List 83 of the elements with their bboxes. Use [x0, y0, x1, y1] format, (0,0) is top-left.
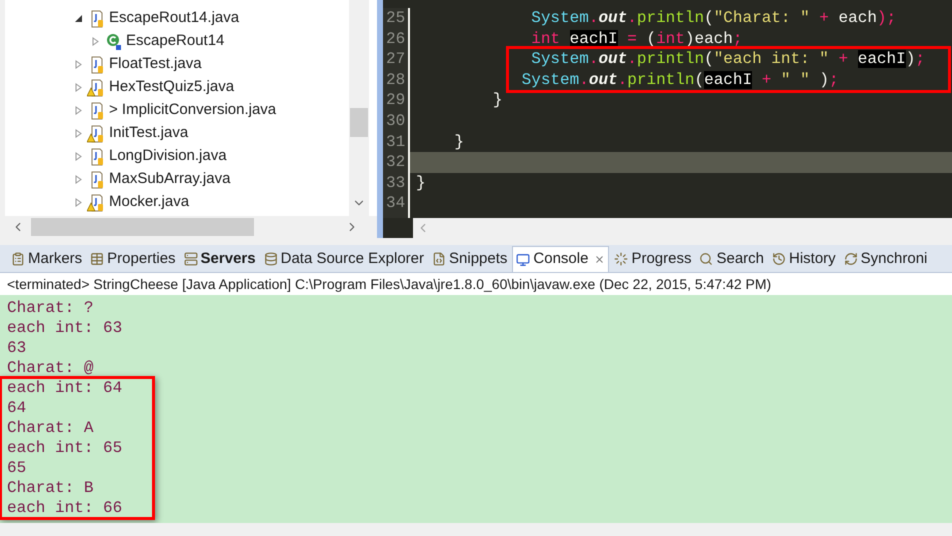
line-number: 29: [386, 90, 406, 111]
line-number: 27: [386, 49, 406, 70]
console-line: 64: [7, 398, 28, 418]
tree-item-label[interactable]: EscapeRout14: [126, 30, 224, 53]
tab-label[interactable]: Snippets: [449, 248, 508, 270]
view-tab[interactable]: Console: [512, 246, 610, 272]
code-file-icon: [432, 252, 446, 266]
console-line: each int: 64: [7, 378, 124, 398]
view-tab[interactable]: Markers: [8, 246, 86, 272]
line-number: 34: [386, 193, 406, 214]
line-number: 30: [386, 110, 406, 132]
tree-item-label[interactable]: > ImplicitConversion.java: [109, 99, 276, 122]
expanded-arrow-icon[interactable]: [75, 14, 83, 23]
history-icon: [772, 252, 786, 266]
console-line: each int: 66: [7, 498, 124, 518]
clipboard-icon: [11, 252, 25, 266]
console-line: Charat: @: [7, 358, 94, 378]
search-icon: [699, 252, 714, 266]
tab-label[interactable]: Data Source Explorer: [280, 248, 424, 270]
code-line: System.out.println("each int: " + eachI);: [530, 49, 926, 70]
tab-label[interactable]: Search: [716, 248, 764, 270]
spinner-icon: [614, 252, 628, 266]
line-number: 25: [386, 8, 406, 29]
close-icon[interactable]: [594, 254, 606, 265]
code-line: int eachI = (int)each;: [530, 28, 744, 50]
collapsed-arrow-icon[interactable]: [75, 198, 83, 207]
database-icon: [264, 252, 278, 266]
view-tab[interactable]: Progress: [611, 246, 694, 272]
scrollbar-thumb[interactable]: [31, 218, 254, 236]
code-line: System.out.println("Charat: " + each);: [530, 8, 898, 29]
collapsed-arrow-icon[interactable]: [75, 175, 83, 184]
collapsed-arrow-icon[interactable]: [75, 129, 83, 138]
tree-item-label[interactable]: MaxSubArray.java: [109, 168, 230, 191]
server-icon: [184, 252, 198, 266]
line-number: 31: [386, 132, 406, 152]
tree-item-label[interactable]: Mocker.java: [109, 191, 190, 214]
collapsed-arrow-icon[interactable]: [92, 37, 100, 46]
line-number: 28: [386, 70, 406, 90]
horizontal-scrollbar[interactable]: [413, 218, 952, 238]
monitor-icon: [516, 252, 530, 266]
view-tab[interactable]: History: [769, 246, 839, 272]
tree-item-label[interactable]: EscapeRout14.java: [109, 7, 240, 30]
tree-item-label[interactable]: LongDivision.java: [109, 145, 227, 168]
code-line: }: [415, 172, 427, 194]
line-number: 32: [386, 152, 406, 173]
code-line: }: [492, 90, 504, 111]
console-line: 63: [7, 338, 28, 358]
view-tab[interactable]: Servers: [180, 246, 259, 272]
tab-label[interactable]: Synchroni: [860, 248, 928, 270]
tab-label[interactable]: Markers: [28, 248, 82, 270]
tab-label[interactable]: Properties: [107, 248, 176, 270]
tab-label[interactable]: Progress: [631, 248, 692, 270]
collapsed-arrow-icon[interactable]: [75, 106, 83, 115]
view-tab[interactable]: Properties: [87, 246, 179, 272]
console-status: <terminated> StringCheese [Java Application] C:\Program Files\Java\jre1.8.0_60\bin\javaw.exe (Dec 22, 2015, 5:47:42 PM): [0, 273, 952, 295]
refresh-icon: [844, 252, 858, 266]
view-tab[interactable]: Search: [696, 246, 767, 272]
code-line: }: [453, 132, 466, 152]
tab-label[interactable]: Console: [533, 248, 588, 271]
collapsed-arrow-icon[interactable]: [75, 152, 83, 161]
line-number: 33: [386, 172, 406, 194]
console-line: each int: 65: [7, 438, 124, 458]
collapsed-arrow-icon[interactable]: [75, 60, 83, 69]
code-line: System.out.println(eachI + " " );: [520, 70, 840, 90]
tree-item-label[interactable]: HexTestQuiz5.java: [109, 76, 234, 99]
line-number: 26: [386, 28, 406, 50]
vertical-scrollbar[interactable]: [349, 0, 369, 216]
console-line: Charat: ?: [7, 298, 94, 318]
console-line: Charat: A: [7, 418, 94, 438]
scrollbar-thumb[interactable]: [350, 108, 368, 137]
view-tab[interactable]: Synchroni: [840, 246, 930, 272]
collapsed-arrow-icon[interactable]: [75, 83, 83, 92]
tree-item-label[interactable]: InitTest.java: [109, 122, 188, 145]
console-line: 65: [7, 458, 28, 478]
tree-item-label[interactable]: FloatTest.java: [109, 53, 202, 76]
horizontal-scrollbar[interactable]: [5, 216, 377, 238]
view-tab[interactable]: Data Source Explorer: [260, 246, 428, 272]
view-tab[interactable]: Snippets: [429, 246, 510, 272]
console-line: Charat: B: [7, 478, 94, 498]
tab-label[interactable]: History: [789, 248, 836, 270]
tab-label[interactable]: Servers: [200, 248, 256, 270]
table-icon: [90, 252, 104, 266]
console-line: each int: 63: [7, 318, 124, 338]
